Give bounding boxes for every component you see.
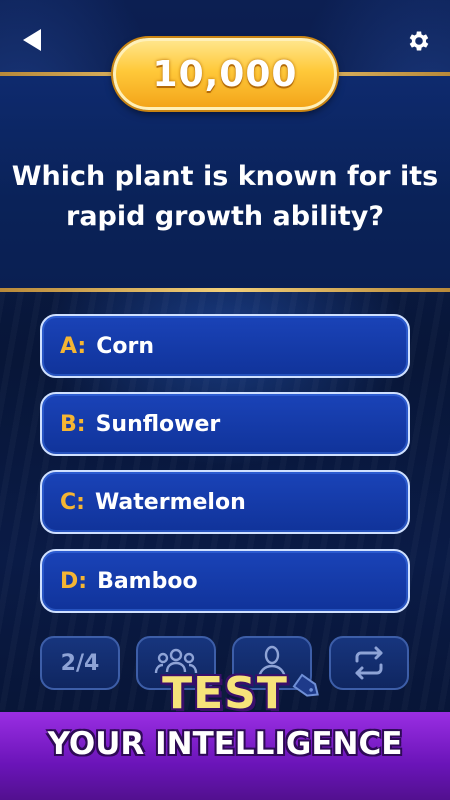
game-screen: 10,000 Which plant is known for its rapi… [0, 0, 450, 800]
back-button[interactable] [20, 28, 44, 52]
answer-option-b[interactable]: B: Sunflower [40, 392, 410, 456]
answer-letter: A: [60, 333, 87, 359]
answer-letter: D: [60, 568, 88, 594]
question-text: Which plant is known for its rapid growt… [11, 161, 439, 232]
settings-button[interactable] [406, 28, 432, 54]
gear-icon [409, 31, 429, 51]
answer-letter: C: [60, 489, 85, 515]
answer-text: Watermelon [94, 489, 246, 515]
back-arrow-icon [23, 29, 41, 51]
score-value: 10,000 [152, 53, 298, 95]
answer-letter: B: [60, 411, 86, 437]
answer-option-c[interactable]: C: Watermelon [40, 470, 410, 534]
promo-subline: YOUR INTELLIGENCE [47, 726, 403, 762]
gold-divider-bottom [0, 288, 450, 292]
promo-headline: TEST [162, 668, 288, 719]
answer-text: Corn [96, 333, 155, 359]
answer-option-a[interactable]: A: Corn [40, 314, 410, 378]
answer-text: Sunflower [95, 411, 221, 437]
answer-option-d[interactable]: D: Bamboo [40, 549, 410, 613]
answer-text: Bamboo [97, 568, 198, 594]
score-badge: 10,000 [113, 38, 337, 110]
price-tag-icon [292, 673, 319, 697]
